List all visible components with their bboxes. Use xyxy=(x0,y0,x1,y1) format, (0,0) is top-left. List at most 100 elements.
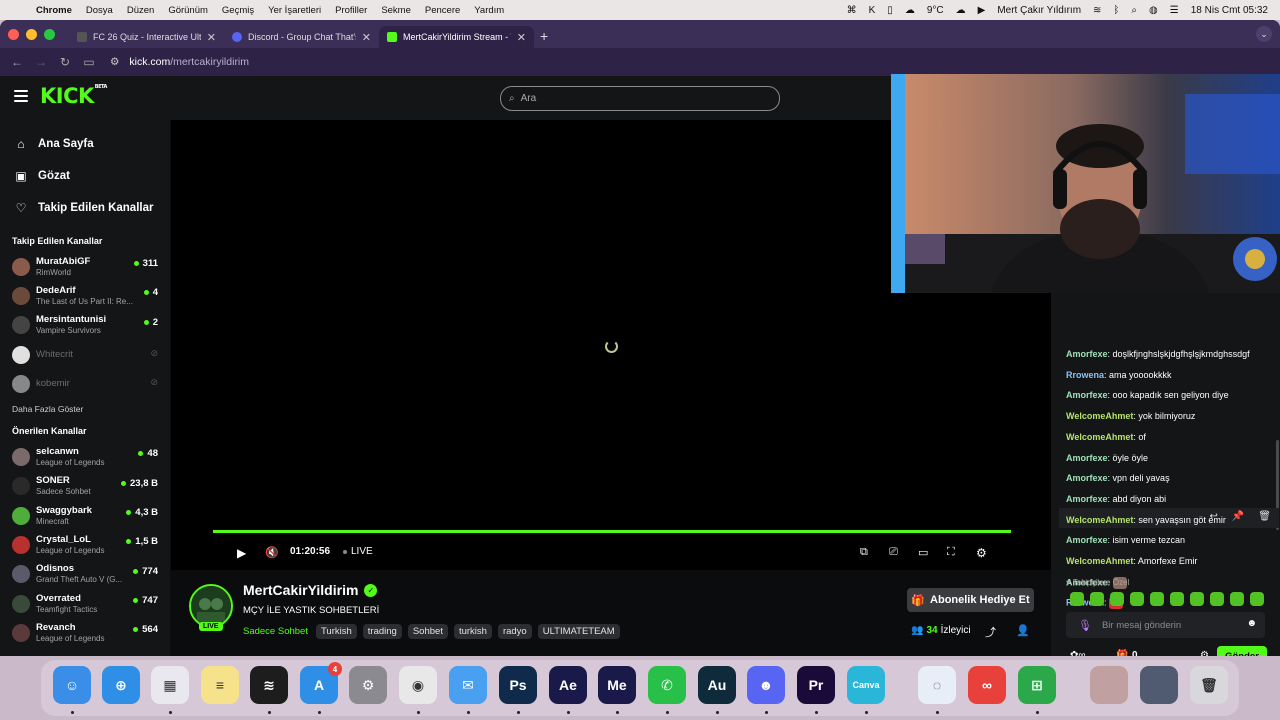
chat-username[interactable]: Amorfexe xyxy=(1066,535,1108,545)
tag-chip[interactable]: Sohbet xyxy=(407,624,448,639)
chat-username[interactable]: Amorfexe xyxy=(1066,453,1108,463)
gift-icon[interactable]: 🎁 xyxy=(1116,650,1128,656)
sidebar-channel[interactable]: MuratAbiGF RimWorld 311 xyxy=(0,252,170,281)
sidebar-channel[interactable]: selcanwn League of Legends 48 xyxy=(0,442,170,471)
emote-icon[interactable] xyxy=(1210,592,1224,606)
premiere-icon[interactable]: Pr xyxy=(797,666,835,704)
weather-temp[interactable]: 9°C xyxy=(927,5,944,16)
theater-mode-icon[interactable]: ▭ xyxy=(918,546,928,559)
sidebar-channel[interactable]: kobemir ⊘ xyxy=(0,369,170,398)
menu-app-name[interactable]: Chrome xyxy=(36,5,72,16)
zoom-window-button[interactable] xyxy=(44,28,55,40)
sidebar-channel[interactable]: Crystal_LoL League of Legends 1,5 B xyxy=(0,530,170,559)
photo-booth-icon[interactable] xyxy=(1090,666,1128,704)
sidebar-channel[interactable]: Odisnos Grand Theft Auto V (G... 774 xyxy=(0,560,170,589)
send-button[interactable]: Gönder xyxy=(1217,646,1267,656)
menu-history[interactable]: Geçmiş xyxy=(222,5,254,16)
wifi-icon[interactable]: ≋ xyxy=(1093,5,1101,16)
menu-user-name[interactable]: Mert Çakır Yıldırım xyxy=(997,5,1081,16)
fullscreen-icon[interactable]: ⛶ xyxy=(947,546,955,559)
emote-icon[interactable] xyxy=(1250,592,1264,606)
channel-points-icon[interactable]: ✿∞ xyxy=(1070,650,1086,656)
tag-chip[interactable]: ULTIMATETEAM xyxy=(537,624,620,639)
new-tab-button[interactable]: + xyxy=(540,28,548,44)
chat-message[interactable]: Amorfexe: abd diyon abi xyxy=(1066,494,1166,504)
menu-window[interactable]: Pencere xyxy=(425,5,460,16)
trash-icon[interactable]: 🗑 xyxy=(1190,666,1228,704)
notes-icon[interactable]: ≡ xyxy=(201,666,239,704)
play-icon[interactable]: ▶ xyxy=(978,5,986,16)
media-encoder-icon[interactable]: Me xyxy=(598,666,636,704)
reload-icon[interactable]: ↻ xyxy=(58,55,72,69)
bluetooth-icon[interactable]: ᛒ xyxy=(1113,5,1119,16)
safari-icon[interactable]: ⊕ xyxy=(102,666,140,704)
photoshop-icon[interactable]: Ps xyxy=(499,666,537,704)
play-icon[interactable]: ▶ xyxy=(237,546,246,560)
kick-tray-icon[interactable]: K xyxy=(869,5,876,16)
nav-browse[interactable]: ▣ Gözat xyxy=(0,160,170,192)
clip-icon[interactable]: ⎚ xyxy=(889,546,898,559)
nav-home[interactable]: ⌂ Ana Sayfa xyxy=(0,128,170,160)
chat-username[interactable]: WelcomeAhmet xyxy=(1066,515,1133,525)
menu-help[interactable]: Yardım xyxy=(474,5,504,16)
chat-message[interactable]: WelcomeAhmet: Amorfexe Emir xyxy=(1066,556,1197,566)
close-tab-icon[interactable]: ✕ xyxy=(517,31,526,44)
sidebar-channel[interactable]: Whitecrit ⊘ xyxy=(0,340,170,369)
after-effects-icon[interactable]: Ae xyxy=(549,666,587,704)
menu-edit[interactable]: Düzen xyxy=(127,5,154,16)
gift-subscription-button[interactable]: 🎁 Abonelik Hediye Et xyxy=(907,588,1034,612)
chat-username[interactable]: WelcomeAhmet xyxy=(1066,411,1133,421)
menu-clock[interactable]: 18 Nis Cmt 05:32 xyxy=(1191,5,1268,16)
menu-bookmarks[interactable]: Yer İşaretleri xyxy=(268,5,321,16)
tab-kick-stream[interactable]: MertCakirYildirim Stream - W ✕ xyxy=(379,26,534,48)
chat-message[interactable]: Amorfexe: vpn deli yavaş xyxy=(1066,473,1170,483)
streamer-name[interactable]: MertCakirYildirim ✓ xyxy=(243,582,378,598)
chat-message[interactable]: WelcomeAhmet: yok bilmiyoruz xyxy=(1066,411,1195,421)
chat-input[interactable]: 🎙 Bir mesaj gönderin ☻ xyxy=(1066,612,1265,638)
tab-discord[interactable]: Discord - Group Chat That's ✕ xyxy=(224,26,379,48)
tag-chip[interactable]: radyo xyxy=(497,624,532,639)
chat-message[interactable]: Amorfexe: isim verme tezcan xyxy=(1066,535,1185,545)
chat-message[interactable]: WelcomeAhmet: of xyxy=(1066,432,1146,442)
live-indicator[interactable]: LIVE xyxy=(343,546,373,557)
chat-username[interactable]: WelcomeAhmet xyxy=(1066,432,1133,442)
kick-logo[interactable]: KICKBETA xyxy=(40,84,107,108)
sidebar-channel[interactable]: SONER Sadece Sohbet 23,8 B xyxy=(0,472,170,501)
webcam-overlay[interactable] xyxy=(891,74,1280,293)
sidebar-channel[interactable]: Swaggybark Minecraft 4,3 B xyxy=(0,501,170,530)
url-field[interactable]: ⚙ kick.com/mertcakiryildirim xyxy=(110,56,249,68)
tag-chip[interactable]: turkish xyxy=(453,624,492,639)
menu-icon[interactable] xyxy=(14,90,28,105)
chat-username[interactable]: Amorfexe xyxy=(1066,390,1108,400)
search-input[interactable]: ⌕ Ara xyxy=(500,86,780,111)
chat-message[interactable]: Amorfexe: ooo kapadık sen geliyon diye xyxy=(1066,390,1229,400)
tag-chip[interactable]: trading xyxy=(362,624,402,639)
chat-message[interactable]: Rrowena: ama yooookkkk xyxy=(1066,370,1172,380)
settings-icon[interactable]: ⚙ xyxy=(976,546,987,560)
pin-icon[interactable]: 📌 xyxy=(1232,511,1244,522)
emote-icon[interactable] xyxy=(1130,592,1144,606)
back-icon[interactable]: ← xyxy=(10,55,24,69)
menu-tab[interactable]: Sekme xyxy=(381,5,411,16)
microphone-icon[interactable]: 🎙 xyxy=(1078,619,1092,632)
vpn-icon[interactable]: ⊞ xyxy=(1018,666,1056,704)
minimize-window-button[interactable] xyxy=(26,28,37,40)
chat-settings-icon[interactable]: ⚙ xyxy=(1200,650,1209,656)
emote-icon[interactable] xyxy=(1070,592,1084,606)
mail-icon[interactable]: ✉ xyxy=(449,666,487,704)
sidebar-channel[interactable]: Revanch League of Legends 564 xyxy=(0,618,170,647)
whatsapp-icon[interactable]: ✆ xyxy=(648,666,686,704)
emote-icon[interactable] xyxy=(1090,592,1104,606)
discord-icon[interactable]: ☻ xyxy=(747,666,785,704)
sidebar-channel[interactable]: Mersintantunisi Vampire Survivors 2 xyxy=(0,311,170,340)
progress-bar[interactable] xyxy=(213,530,1011,533)
chat-username[interactable]: Rrowena xyxy=(1066,370,1104,380)
launchpad-icon[interactable]: ▦ xyxy=(151,666,189,704)
chat-username[interactable]: Amorfexe xyxy=(1066,473,1108,483)
follow-icon[interactable]: 👤 xyxy=(1016,624,1030,637)
tab-fc26-quiz[interactable]: FC 26 Quiz - Interactive Ultim ✕ xyxy=(69,26,224,48)
clipboard-icon[interactable]: ▯ xyxy=(887,5,893,16)
weather-icon[interactable]: ☁ xyxy=(905,5,915,16)
creative-cloud-icon[interactable]: ∞ xyxy=(968,666,1006,704)
emote-icon[interactable] xyxy=(1150,592,1164,606)
